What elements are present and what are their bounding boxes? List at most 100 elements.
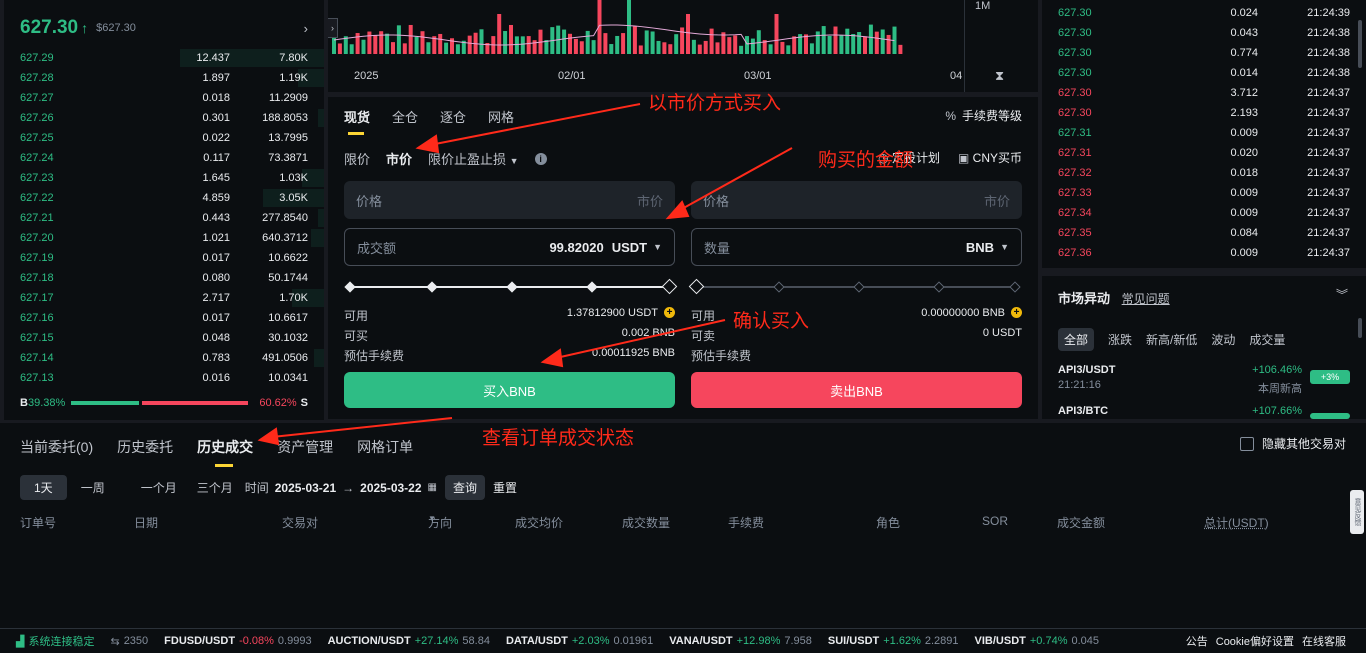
trade-row[interactable]: 627.30 0.043 21:24:38 [1042, 23, 1366, 43]
trade-row[interactable]: 627.30 0.014 21:24:38 [1042, 63, 1366, 83]
sell-button[interactable]: 卖出BNB [691, 372, 1022, 408]
order-type-stop-limit[interactable]: 限价止盈止损 ▼ [428, 149, 519, 168]
slider-handle[interactable] [661, 278, 678, 295]
period-1m[interactable]: 一个月 [133, 475, 185, 500]
bid-row[interactable]: 627.14 0.783 491.0506 [4, 348, 324, 368]
movers-tab-volume[interactable]: 成交量 [1249, 331, 1285, 348]
ticker-item[interactable]: DATA/USDT +2.03% 0.01961 [506, 635, 653, 647]
tab-trade-history[interactable]: 历史成交 [197, 437, 253, 467]
trade-row[interactable]: 627.36 0.009 21:24:37 [1042, 243, 1366, 263]
tab-cross[interactable]: 全仓 [392, 107, 418, 126]
bid-row[interactable]: 627.25 0.022 13.7995 [4, 128, 324, 148]
bid-row[interactable]: 627.17 2.717 1.70K [4, 288, 324, 308]
buy-percent-slider[interactable] [344, 278, 678, 295]
movers-scrollbar[interactable] [1358, 318, 1362, 338]
sell-qty-unit[interactable]: BNB [966, 240, 994, 255]
timeframe-label[interactable]: 1M [975, 0, 990, 12]
tab-spot[interactable]: 现货 [344, 107, 370, 135]
bid-row[interactable]: 627.15 0.048 30.1032 [4, 328, 324, 348]
buy-cny-link[interactable]: ▣ CNY买币 [958, 149, 1022, 166]
sell-qty-input[interactable]: 数量 BNB ▼ [691, 228, 1022, 266]
chevron-right-icon[interactable]: › [304, 21, 308, 36]
add-funds-icon[interactable]: + [664, 307, 675, 318]
trade-row[interactable]: 627.30 3.712 21:24:37 [1042, 83, 1366, 103]
slider-mark[interactable] [1009, 281, 1021, 293]
support-link[interactable]: 在线客服 [1302, 633, 1346, 649]
trade-row[interactable]: 627.32 0.018 21:24:37 [1042, 163, 1366, 183]
mover-item[interactable]: API3/BTC +107.66% [1058, 405, 1350, 419]
slider-mark[interactable] [506, 281, 518, 293]
ticker-item[interactable]: VIB/USDT +0.74% 0.045 [975, 635, 1100, 647]
price-chart[interactable]: › 2025 02/01 03/01 04 1M ⧗ [328, 0, 1038, 92]
add-funds-icon[interactable]: + [1011, 307, 1022, 318]
trades-scrollbar[interactable] [1358, 20, 1362, 68]
info-icon[interactable]: i [534, 152, 547, 165]
tab-grid-orders[interactable]: 网格订单 [357, 437, 413, 457]
period-1w[interactable]: 一周 [73, 475, 113, 500]
ticker-item[interactable]: FDUSD/USDT -0.08% 0.9993 [164, 635, 311, 647]
ticker-item[interactable]: SUI/USDT +1.62% 2.2891 [828, 635, 959, 647]
sliders-icon[interactable]: ⧗ [995, 68, 1004, 84]
slider-mark[interactable] [773, 281, 785, 293]
tab-assets[interactable]: 资产管理 [277, 437, 333, 457]
mover-item[interactable]: API3/USDT 21:21:16 +106.46% 本周新高 +3% [1058, 364, 1350, 395]
bid-row[interactable]: 627.21 0.443 277.8540 [4, 208, 324, 228]
movers-tab-all[interactable]: 全部 [1058, 328, 1095, 351]
query-button[interactable]: 查询 [444, 475, 485, 500]
trade-row[interactable]: 627.31 0.020 21:24:37 [1042, 143, 1366, 163]
order-type-limit[interactable]: 限价 [344, 149, 370, 168]
trade-row[interactable]: 627.31 0.009 21:24:37 [1042, 123, 1366, 143]
movers-faq-link[interactable]: 常见问题 [1122, 292, 1170, 306]
date-to[interactable]: 2025-03-22 [360, 481, 421, 495]
tab-open-orders[interactable]: 当前委托(0) [20, 437, 93, 457]
sell-percent-slider[interactable] [688, 278, 1022, 295]
fee-level-link[interactable]: % 手续费等级 [945, 107, 1022, 124]
buy-amount-unit[interactable]: USDT [612, 240, 647, 255]
bid-row[interactable]: 627.18 0.080 50.1744 [4, 268, 324, 288]
tab-isolated[interactable]: 逐仓 [440, 107, 466, 126]
trade-row[interactable]: 627.30 2.193 21:24:37 [1042, 103, 1366, 123]
bid-row[interactable]: 627.16 0.017 10.6617 [4, 308, 324, 328]
bid-row[interactable]: 627.24 0.117 73.3871 [4, 148, 324, 168]
order-type-market[interactable]: 市价 [386, 149, 412, 168]
hide-other-checkbox[interactable] [1239, 436, 1254, 451]
trade-row[interactable]: 627.30 0.024 21:24:39 [1042, 3, 1366, 23]
trade-row[interactable]: 627.35 0.084 21:24:37 [1042, 223, 1366, 243]
date-from[interactable]: 2025-03-21 [275, 481, 336, 495]
bid-row[interactable]: 627.26 0.301 188.8053 [4, 108, 324, 128]
period-1d[interactable]: 1天 [20, 475, 67, 500]
period-3m[interactable]: 三个月 [189, 475, 241, 500]
buy-amount-input[interactable]: 成交额 99.82020 USDT ▼ [344, 228, 675, 266]
bid-row[interactable]: 627.20 1.021 640.3712 [4, 228, 324, 248]
trade-row[interactable]: 627.33 0.009 21:24:37 [1042, 183, 1366, 203]
bid-row[interactable]: 627.13 0.016 10.0341 [4, 368, 324, 388]
tab-grid[interactable]: 网格 [488, 107, 514, 126]
slider-handle[interactable] [688, 278, 705, 295]
ticker-item[interactable]: VANA/USDT +12.98% 7.958 [669, 635, 812, 647]
bid-row[interactable]: 627.23 1.645 1.03K [4, 168, 324, 188]
chart-expand-tab[interactable]: › [328, 18, 338, 38]
movers-tab-change[interactable]: 涨跌 [1108, 331, 1132, 348]
bid-row[interactable]: 627.22 4.859 3.05K [4, 188, 324, 208]
slider-mark[interactable] [344, 281, 356, 293]
chevron-double-down-icon[interactable]: ︾ [1336, 286, 1348, 303]
slider-mark[interactable] [933, 281, 945, 293]
last-price-row[interactable]: 627.30 ↑ $627.30 › [20, 14, 308, 42]
slider-mark[interactable] [853, 281, 865, 293]
bid-row[interactable]: 627.29 12.437 7.80K [4, 48, 324, 68]
cookie-settings-link[interactable]: Cookie偏好设置 [1216, 633, 1294, 649]
slider-mark[interactable] [426, 281, 438, 293]
slider-mark[interactable] [586, 281, 598, 293]
hide-other-pairs[interactable]: 隐藏其他交易对 [1239, 435, 1346, 452]
ticker-item[interactable]: AUCTION/USDT +27.14% 58.84 [328, 635, 490, 647]
calendar-icon[interactable]: ▦ [428, 482, 437, 493]
buy-button[interactable]: 买入BNB [344, 372, 675, 408]
bid-row[interactable]: 627.28 1.897 1.19K [4, 68, 324, 88]
bid-row[interactable]: 627.27 0.018 11.2909 [4, 88, 324, 108]
movers-tab-volatility[interactable]: 波动 [1211, 331, 1235, 348]
feedback-tab[interactable]: 意见反馈 [1350, 490, 1364, 534]
announcement-link[interactable]: 公告 [1186, 633, 1208, 649]
bid-row[interactable]: 627.19 0.017 10.6622 [4, 248, 324, 268]
movers-tab-highlow[interactable]: 新高/新低 [1146, 331, 1197, 348]
trade-row[interactable]: 627.34 0.009 21:24:37 [1042, 203, 1366, 223]
